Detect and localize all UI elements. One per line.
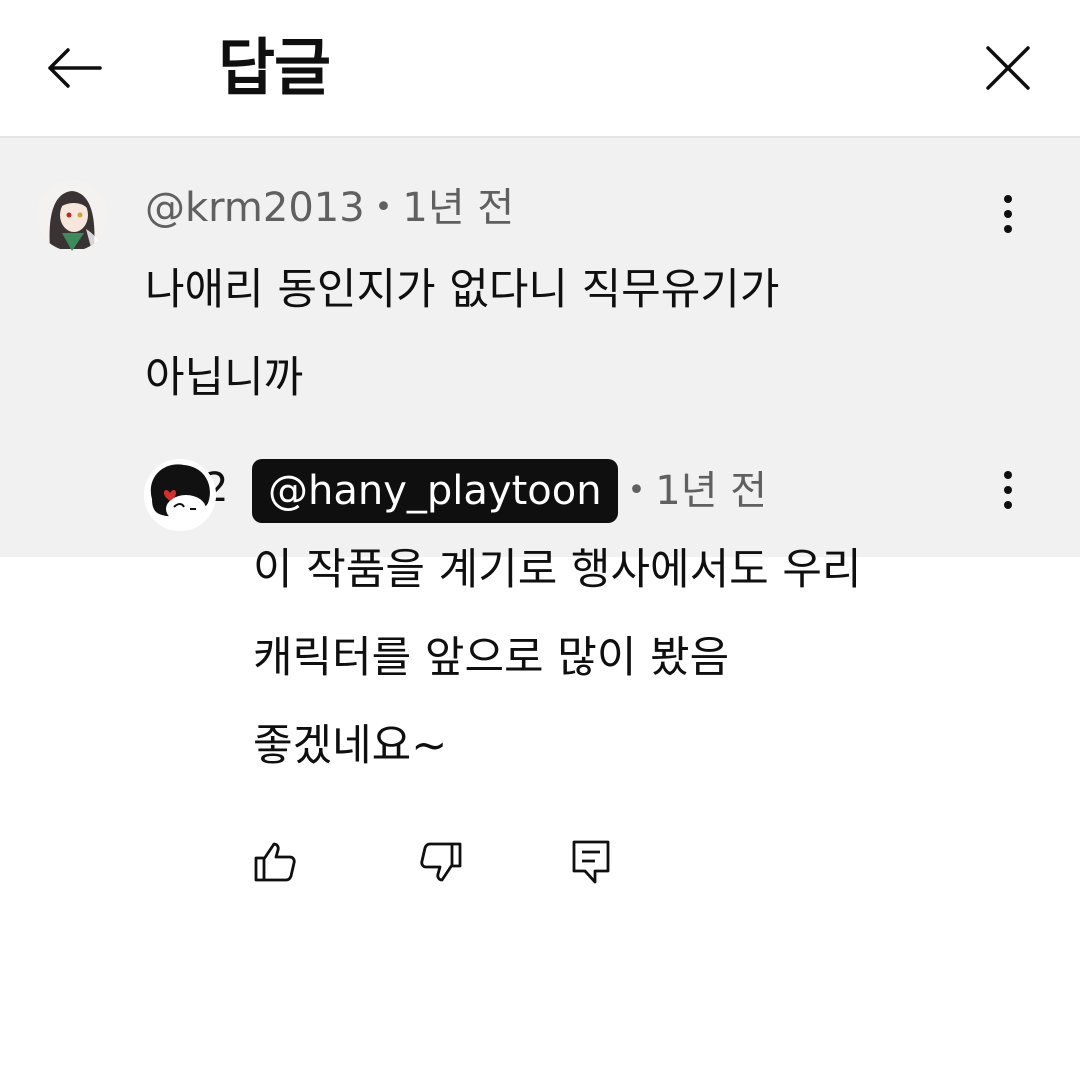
comment-more-button[interactable]	[984, 184, 1032, 244]
comment-time: 1년 전	[402, 185, 515, 231]
user-avatar-image	[36, 179, 108, 251]
dislike-button[interactable]	[419, 840, 463, 884]
more-vert-icon	[1004, 471, 1012, 509]
avatar[interactable]	[36, 179, 108, 251]
more-vert-icon	[1004, 195, 1012, 233]
comment-text: 나애리 동인지가 없다니 직무유기가 아닙니까	[145, 246, 1025, 422]
reply-actions	[253, 832, 611, 892]
reply-more-button[interactable]	[984, 460, 1032, 520]
top-bar: 답글	[0, 0, 1080, 138]
meta-separator: •	[374, 190, 393, 225]
author-badge[interactable]: @hany_playtoon	[252, 459, 618, 523]
back-button[interactable]	[36, 30, 112, 106]
author-avatar-image	[144, 459, 216, 531]
reply-time: 1년 전	[655, 468, 768, 514]
comment-author[interactable]: @krm2013	[145, 182, 365, 234]
reply-text: 이 작품을 계기로 행사에서도 우리 캐릭터를 앞으로 많이 봤음 좋겠네요~	[253, 526, 1033, 790]
reply-button[interactable]	[571, 839, 611, 885]
meta-separator: •	[627, 473, 646, 508]
reply-icon	[572, 840, 610, 884]
thumb-up-icon	[254, 842, 296, 882]
reply-meta: @hany_playtoon • 1년 전	[252, 459, 767, 523]
reply-text-line: 이 작품을 계기로 행사에서도 우리	[253, 545, 862, 595]
avatar[interactable]	[144, 459, 216, 531]
comment-text-line: 아닙니까	[145, 353, 304, 403]
thumb-down-icon	[420, 842, 462, 882]
close-icon	[986, 46, 1030, 90]
comment-meta: @krm2013 • 1년 전	[145, 182, 514, 234]
reply-text-line: 캐릭터를 앞으로 많이 봤음	[253, 633, 730, 683]
close-button[interactable]	[970, 30, 1046, 106]
back-arrow-icon	[48, 48, 102, 88]
like-button[interactable]	[253, 840, 297, 884]
reply-text-line: 좋겠네요~	[253, 721, 448, 771]
comment-text-line: 나애리 동인지가 없다니 직무유기가	[145, 265, 780, 315]
page-title: 답글	[218, 31, 331, 104]
